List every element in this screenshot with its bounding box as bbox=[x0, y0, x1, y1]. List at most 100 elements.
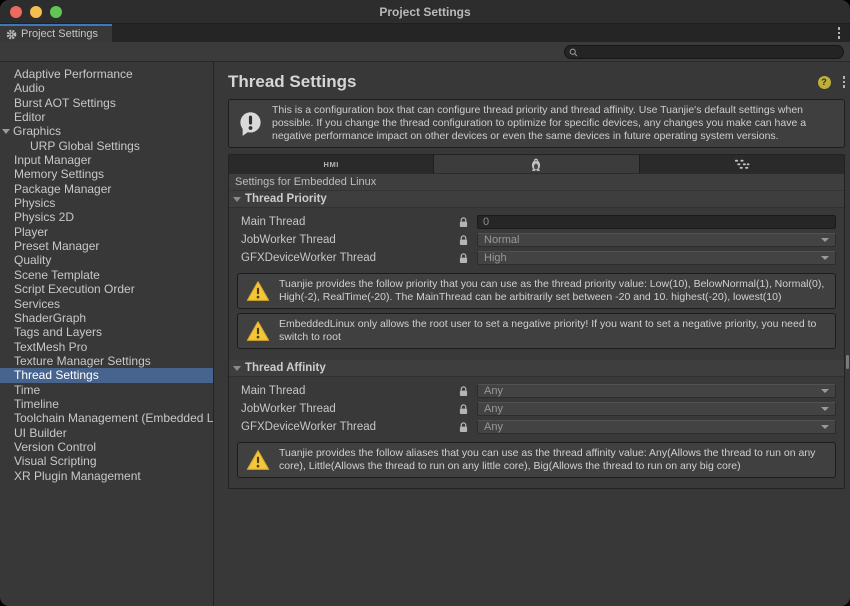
scrollbar-thumb[interactable] bbox=[846, 355, 849, 369]
sidebar-item-tags-and-layers[interactable]: Tags and Layers bbox=[0, 325, 213, 339]
main-header: Thread Settings ? bbox=[228, 70, 845, 94]
sidebar-item-memory-settings[interactable]: Memory Settings bbox=[0, 167, 213, 181]
sidebar-item-adaptive-performance[interactable]: Adaptive Performance bbox=[0, 67, 213, 81]
tab-embedded-linux[interactable] bbox=[434, 155, 640, 173]
lock-icon[interactable] bbox=[459, 252, 477, 264]
sidebar-item-physics[interactable]: Physics bbox=[0, 196, 213, 210]
thread-settings-container: HMI Settings for Embedded Linux Thread P… bbox=[228, 154, 845, 489]
jobworker-priority-dropdown[interactable]: Normal bbox=[477, 233, 836, 247]
warning-icon bbox=[246, 449, 270, 471]
sidebar-item-label: Physics 2D bbox=[14, 210, 75, 225]
sidebar-item-script-execution-order[interactable]: Script Execution Order bbox=[0, 282, 213, 296]
jobworker-affinity-dropdown[interactable]: Any bbox=[477, 402, 836, 416]
lock-icon[interactable] bbox=[459, 216, 477, 228]
sidebar-item-graphics[interactable]: Graphics bbox=[0, 124, 213, 138]
sidebar-item-urp-global-settings[interactable]: URP Global Settings bbox=[0, 139, 213, 153]
sidebar-item-label: Memory Settings bbox=[14, 167, 105, 182]
chevron-down-icon bbox=[821, 425, 829, 429]
linux-penguin-icon bbox=[530, 158, 542, 171]
editor-tab-strip: Project Settings bbox=[0, 24, 850, 42]
sidebar-item-label: Script Execution Order bbox=[14, 282, 135, 297]
row-label: Main Thread bbox=[241, 216, 306, 228]
sidebar-item-label: Version Control bbox=[14, 439, 97, 454]
sidebar-item-audio[interactable]: Audio bbox=[0, 81, 213, 95]
sidebar-item-time[interactable]: Time bbox=[0, 383, 213, 397]
gfxdeviceworker-affinity-row: GFXDeviceWorker Thread Any bbox=[241, 418, 836, 436]
sidebar-item-label: Texture Manager Settings bbox=[14, 353, 151, 368]
row-label: GFXDeviceWorker Thread bbox=[241, 252, 377, 264]
sidebar-item-burst-aot-settings[interactable]: Burst AOT Settings bbox=[0, 96, 213, 110]
section-thread-affinity[interactable]: Thread Affinity bbox=[229, 360, 844, 377]
lock-icon[interactable] bbox=[459, 385, 477, 397]
lock-icon[interactable] bbox=[459, 403, 477, 415]
main-thread-affinity-dropdown[interactable]: Any bbox=[477, 384, 836, 398]
window-menu-icon[interactable] bbox=[837, 27, 840, 39]
platform-tabs: HMI bbox=[229, 155, 844, 174]
sidebar-item-visual-scripting[interactable]: Visual Scripting bbox=[0, 454, 213, 468]
sidebar-item-label: Editor bbox=[14, 110, 46, 125]
sidebar-item-xr-plugin-management[interactable]: XR Plugin Management bbox=[0, 469, 213, 483]
warning-icon bbox=[246, 320, 270, 342]
warning-text: EmbeddedLinux only allows the root user … bbox=[279, 318, 817, 343]
row-label: JobWorker Thread bbox=[241, 403, 336, 415]
sidebar-item-texture-manager-settings[interactable]: Texture Manager Settings bbox=[0, 354, 213, 368]
sidebar-item-label: Burst AOT Settings bbox=[14, 95, 116, 110]
tab-label: Project Settings bbox=[21, 28, 99, 40]
sidebar-item-label: Quality bbox=[14, 253, 52, 268]
tab-project-settings[interactable]: Project Settings bbox=[0, 24, 112, 42]
sidebar-item-toolchain-management-embedded-linu[interactable]: Toolchain Management (Embedded Linu bbox=[0, 411, 213, 425]
tab-hmi[interactable]: HMI bbox=[229, 155, 435, 173]
foldout-triangle-icon bbox=[233, 196, 241, 202]
help-icon[interactable]: ? bbox=[817, 75, 831, 89]
foldout-triangle-icon[interactable] bbox=[2, 129, 10, 135]
sidebar-item-ui-builder[interactable]: UI Builder bbox=[0, 426, 213, 440]
sidebar-item-label: UI Builder bbox=[14, 425, 67, 440]
main-thread-affinity-row: Main Thread Any bbox=[241, 382, 836, 400]
search-input[interactable] bbox=[581, 46, 843, 58]
gfxdeviceworker-affinity-dropdown[interactable]: Any bbox=[477, 420, 836, 434]
sidebar-item-textmesh-pro[interactable]: TextMesh Pro bbox=[0, 340, 213, 354]
sidebar-item-label: Services bbox=[14, 296, 61, 311]
sidebar-item-physics-2d[interactable]: Physics 2D bbox=[0, 210, 213, 224]
sidebar-item-version-control[interactable]: Version Control bbox=[0, 440, 213, 454]
sidebar-item-quality[interactable]: Quality bbox=[0, 253, 213, 267]
gfxdeviceworker-priority-dropdown[interactable]: High bbox=[477, 251, 836, 265]
lock-icon[interactable] bbox=[459, 421, 477, 433]
sidebar-item-label: XR Plugin Management bbox=[14, 468, 141, 483]
sidebar-item-thread-settings[interactable]: Thread Settings bbox=[0, 368, 213, 383]
lock-icon[interactable] bbox=[459, 234, 477, 246]
foldout-triangle-icon bbox=[233, 365, 241, 371]
thread-priority-rows: Main Thread JobWorker Thread bbox=[229, 208, 844, 269]
main-thread-priority-input[interactable] bbox=[477, 215, 836, 229]
jobworker-affinity-row: JobWorker Thread Any bbox=[241, 400, 836, 418]
sidebar-item-preset-manager[interactable]: Preset Manager bbox=[0, 239, 213, 253]
sidebar-item-timeline[interactable]: Timeline bbox=[0, 397, 213, 411]
titlebar: Project Settings bbox=[0, 0, 850, 24]
panel-menu-icon[interactable] bbox=[842, 76, 845, 88]
tab-qnx[interactable] bbox=[639, 155, 844, 173]
sidebar-item-editor[interactable]: Editor bbox=[0, 110, 213, 124]
sidebar-item-shadergraph[interactable]: ShaderGraph bbox=[0, 311, 213, 325]
sidebar-item-player[interactable]: Player bbox=[0, 225, 213, 239]
gear-icon bbox=[6, 29, 17, 40]
sidebar-item-label: Graphics bbox=[13, 124, 62, 139]
sidebar-item-label: Input Manager bbox=[14, 153, 92, 168]
sidebar-item-services[interactable]: Services bbox=[0, 297, 213, 311]
warning-box: EmbeddedLinux only allows the root user … bbox=[237, 313, 836, 349]
sidebar-item-label: Preset Manager bbox=[14, 239, 100, 254]
thread-affinity-rows: Main Thread Any JobWorker Thread Any GFX… bbox=[229, 377, 844, 438]
qnx-dots-icon bbox=[734, 159, 750, 170]
sidebar-item-scene-template[interactable]: Scene Template bbox=[0, 268, 213, 282]
section-thread-priority[interactable]: Thread Priority bbox=[229, 191, 844, 208]
warning-icon bbox=[246, 280, 270, 302]
sidebar-item-label: Time bbox=[14, 382, 41, 397]
sidebar-item-label: Scene Template bbox=[14, 267, 100, 282]
row-label: Main Thread bbox=[241, 385, 306, 397]
search-field[interactable] bbox=[564, 45, 844, 59]
sidebar-item-package-manager[interactable]: Package Manager bbox=[0, 182, 213, 196]
warning-box: Tuanjie provides the follow priority tha… bbox=[237, 273, 836, 309]
sidebar-item-input-manager[interactable]: Input Manager bbox=[0, 153, 213, 167]
sidebar-item-label: Audio bbox=[14, 81, 45, 96]
gfxdeviceworker-priority-row: GFXDeviceWorker Thread High bbox=[241, 249, 836, 267]
sidebar-item-label: Adaptive Performance bbox=[14, 67, 133, 81]
